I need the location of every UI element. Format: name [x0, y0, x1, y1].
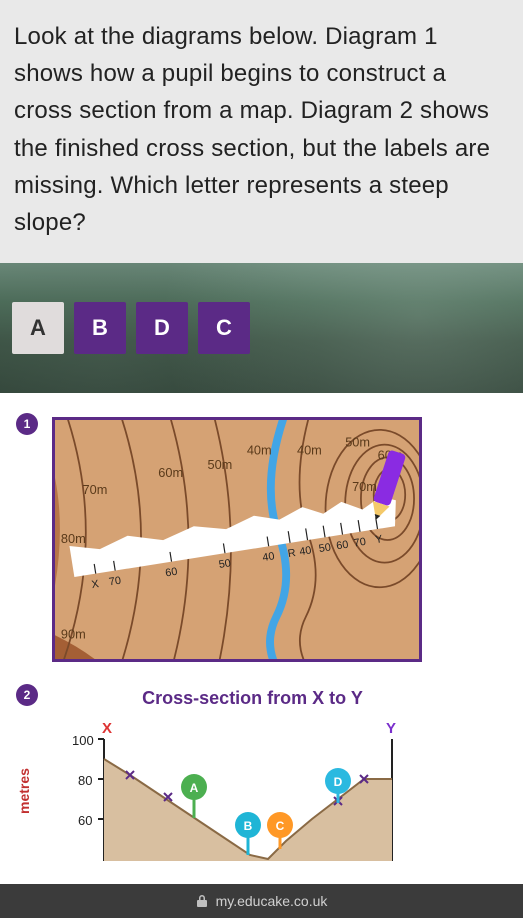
svg-text:C: C [276, 819, 285, 833]
diagrams-content: 1 70m 60m [0, 393, 523, 861]
svg-text:50: 50 [218, 557, 232, 571]
answer-option-c[interactable]: C [198, 302, 250, 354]
svg-text:60: 60 [165, 566, 179, 580]
answer-option-a[interactable]: A [12, 302, 64, 354]
svg-text:A: A [190, 781, 199, 795]
answer-option-b[interactable]: B [74, 302, 126, 354]
chart-x-label: X [102, 721, 112, 737]
question-panel: Look at the diagrams below. Diagram 1 sh… [0, 0, 523, 263]
svg-text:60: 60 [336, 539, 350, 553]
diagram-1-badge: 1 [16, 413, 38, 435]
svg-text:B: B [244, 819, 253, 833]
browser-url-bar: my.educake.co.uk [0, 884, 523, 918]
contour-map: 70m 60m 50m 40m 40m 50m 60m 70m 80m 90m … [52, 417, 422, 662]
y-tick: 100 [72, 733, 94, 748]
svg-text:40: 40 [299, 545, 313, 559]
contour-label: 70m [83, 482, 108, 497]
svg-text:70: 70 [353, 536, 367, 550]
y-tick: 60 [78, 813, 92, 828]
diagram-1: 1 70m 60m [34, 417, 471, 662]
contour-label: 70m [352, 479, 377, 494]
y-axis-label: metres [16, 768, 32, 814]
contour-label: 60m [158, 465, 183, 480]
contour-label: 40m [297, 443, 322, 458]
contour-label: 40m [247, 443, 272, 458]
answer-buttons: A B D C [12, 302, 250, 354]
svg-text:70: 70 [108, 575, 122, 589]
contour-label: 90m [61, 627, 86, 642]
chart-title: Cross-section from X to Y [34, 688, 471, 709]
diagram-2-badge: 2 [16, 684, 38, 706]
svg-text:40: 40 [262, 550, 276, 564]
lock-icon [196, 894, 208, 908]
chart-y-label: Y [386, 721, 396, 737]
cross-section-chart: metres 100 80 60 X Y [52, 721, 422, 861]
contour-map-svg: 70m 60m 50m 40m 40m 50m 60m 70m 80m 90m … [55, 420, 419, 661]
page-url: my.educake.co.uk [216, 893, 328, 909]
question-text: Look at the diagrams below. Diagram 1 sh… [14, 18, 509, 241]
contour-label: 50m [345, 435, 370, 450]
svg-text:D: D [334, 775, 343, 789]
cross-section-svg: 100 80 60 X Y A [52, 721, 422, 861]
answer-option-d[interactable]: D [136, 302, 188, 354]
svg-text:50: 50 [318, 542, 332, 556]
answer-bar-background: A B D C [0, 263, 523, 393]
contour-label: 50m [207, 457, 232, 472]
contour-label: 80m [61, 531, 86, 546]
diagram-2: 2 Cross-section from X to Y metres 100 8… [34, 688, 471, 861]
y-tick: 80 [78, 773, 92, 788]
